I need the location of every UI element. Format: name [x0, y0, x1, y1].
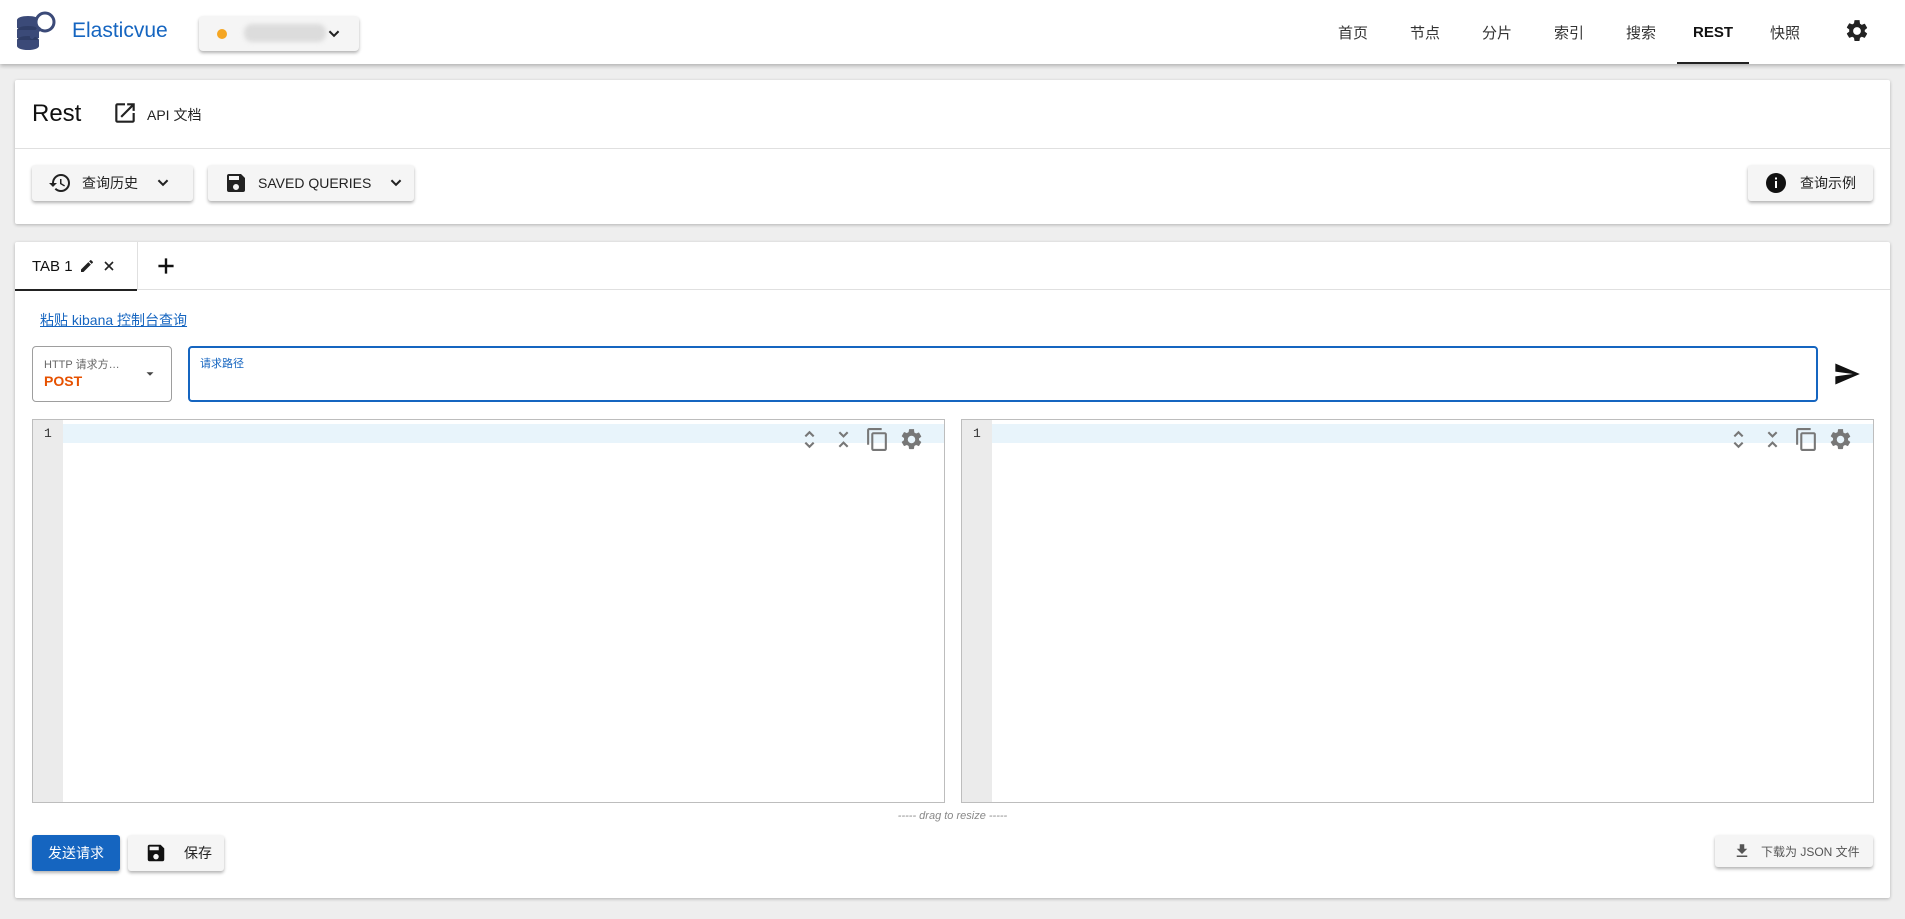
- main-nav: 首页 节点 分片 索引 搜索 REST 快照: [1317, 0, 1821, 64]
- request-path-input[interactable]: [200, 372, 1800, 396]
- expand-all-icon[interactable]: [1726, 427, 1751, 452]
- nav-item-rest[interactable]: REST: [1677, 0, 1749, 64]
- info-icon: [1764, 171, 1788, 195]
- editor-toolbar: [1726, 427, 1853, 452]
- collapse-all-icon[interactable]: [1760, 427, 1785, 452]
- request-path-field[interactable]: 请求路径: [188, 346, 1818, 402]
- copy-icon[interactable]: [1794, 427, 1819, 452]
- editor-gutter: [962, 420, 992, 802]
- editor-gutter: [33, 420, 63, 802]
- download-json-label: 下载为 JSON 文件: [1761, 844, 1860, 859]
- chevron-down-icon: [323, 23, 345, 45]
- save-label: 保存: [184, 845, 212, 861]
- cluster-selector-button[interactable]: [199, 16, 359, 51]
- divider: [15, 148, 1890, 149]
- download-json-button[interactable]: 下载为 JSON 文件: [1715, 835, 1873, 867]
- tab-1[interactable]: TAB 1: [15, 242, 137, 291]
- collapse-all-icon[interactable]: [831, 427, 856, 452]
- nav-item-search[interactable]: 搜索: [1605, 0, 1677, 64]
- request-body-editor[interactable]: 1: [32, 419, 945, 803]
- close-icon[interactable]: [101, 258, 117, 274]
- nav-item-shards[interactable]: 分片: [1461, 0, 1533, 64]
- save-icon: [145, 842, 167, 864]
- line-number: 1: [44, 426, 52, 441]
- history-icon: [48, 171, 72, 195]
- top-app-bar: Elasticvue 首页 节点 分片 索引 搜索 REST 快照: [0, 0, 1905, 64]
- http-method-label: HTTP 请求方…: [44, 359, 120, 371]
- editor-toolbar: [797, 427, 924, 452]
- save-icon: [224, 171, 248, 195]
- tab-label: TAB 1: [32, 257, 73, 275]
- pencil-icon[interactable]: [79, 258, 95, 274]
- editor-settings-gear-icon[interactable]: [1828, 427, 1853, 452]
- nav-item-nodes[interactable]: 节点: [1389, 0, 1461, 64]
- copy-icon[interactable]: [865, 427, 890, 452]
- add-tab-plus-icon[interactable]: [153, 253, 179, 279]
- send-request-button[interactable]: 发送请求: [32, 835, 120, 871]
- divider: [137, 242, 138, 290]
- api-docs-link[interactable]: API 文档: [147, 105, 201, 125]
- request-path-label: 请求路径: [200, 358, 244, 370]
- query-history-button[interactable]: 查询历史: [32, 165, 193, 201]
- rest-header-card: Rest API 文档 查询历史 SAVED QUERIES 查询示例: [15, 80, 1890, 224]
- rest-editor-card: TAB 1 粘贴 kibana 控制台查询 HTTP 请求方… POST 请求路…: [15, 242, 1890, 898]
- query-examples-button[interactable]: 查询示例: [1748, 165, 1873, 201]
- cluster-status-dot: [217, 29, 227, 39]
- nav-item-home[interactable]: 首页: [1317, 0, 1389, 64]
- query-examples-label: 查询示例: [1800, 175, 1856, 191]
- open-in-new-icon[interactable]: [112, 100, 138, 126]
- send-icon[interactable]: [1833, 360, 1861, 388]
- http-method-value: POST: [44, 373, 83, 389]
- drag-to-resize-handle[interactable]: ----- drag to resize -----: [15, 810, 1890, 822]
- expand-all-icon[interactable]: [797, 427, 822, 452]
- saved-queries-label: SAVED QUERIES: [258, 175, 372, 191]
- paste-kibana-query-link[interactable]: 粘贴 kibana 控制台查询: [40, 310, 187, 330]
- saved-queries-button[interactable]: SAVED QUERIES: [208, 165, 414, 201]
- elasticvue-logo-icon[interactable]: [14, 10, 60, 54]
- chevron-down-icon: [385, 172, 407, 194]
- cluster-name-redacted: [244, 24, 326, 42]
- tab-bar: TAB 1: [15, 242, 1890, 291]
- chevron-down-icon: [152, 172, 174, 194]
- nav-item-snapshots[interactable]: 快照: [1749, 0, 1821, 64]
- editor-settings-gear-icon[interactable]: [899, 427, 924, 452]
- query-history-label: 查询历史: [82, 175, 138, 191]
- page-title: Rest: [32, 100, 82, 127]
- dropdown-caret-icon: [143, 367, 157, 381]
- nav-item-indices[interactable]: 索引: [1533, 0, 1605, 64]
- line-number: 1: [973, 426, 981, 441]
- brand-name[interactable]: Elasticvue: [72, 19, 168, 43]
- save-button[interactable]: 保存: [128, 835, 224, 871]
- settings-gear-icon[interactable]: [1844, 18, 1870, 44]
- response-body-editor[interactable]: 1: [961, 419, 1874, 803]
- http-method-select[interactable]: HTTP 请求方… POST: [32, 346, 172, 402]
- download-icon: [1733, 842, 1751, 860]
